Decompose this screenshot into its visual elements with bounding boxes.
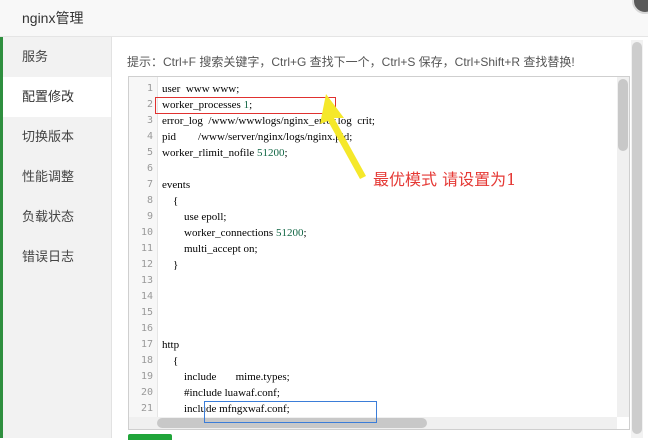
- annotation-arrow-icon: [320, 94, 366, 179]
- code-line: {: [162, 195, 179, 207]
- line-number: 1: [146, 83, 153, 94]
- sidebar: 服务 配置修改 切换版本 性能调整 负载状态 错误日志: [0, 37, 112, 438]
- line-number: 15: [140, 307, 153, 318]
- line-number: 20: [140, 387, 153, 398]
- background-strip: [0, 37, 3, 438]
- code-line: user www www;: [162, 83, 240, 95]
- line-number: 2: [146, 99, 153, 110]
- sidebar-item-performance[interactable]: 性能调整: [0, 157, 111, 197]
- line-number: 7: [146, 179, 153, 190]
- line-number: 14: [140, 291, 153, 302]
- code-line: include mime.types;: [162, 371, 290, 383]
- code-line: #include luawaf.conf;: [162, 387, 280, 399]
- line-number: 11: [140, 243, 153, 254]
- line-number: 19: [140, 371, 153, 382]
- sidebar-item-config-edit[interactable]: 配置修改: [0, 77, 111, 117]
- line-number-gutter: 1 2 3 4 5 6 7 8 9 10 11 12 13 14 15 16 1…: [129, 77, 158, 417]
- code-line: events: [162, 179, 191, 191]
- code-line: multi_accept on;: [162, 243, 258, 255]
- sidebar-item-error-log[interactable]: 错误日志: [0, 237, 111, 277]
- line-number: 8: [146, 195, 153, 206]
- sidebar-item-service[interactable]: 服务: [0, 37, 111, 77]
- dialog-vertical-scroll-thumb[interactable]: [632, 42, 642, 434]
- dialog-title: nginx管理: [22, 10, 84, 26]
- line-number: 10: [140, 227, 153, 238]
- code-line: }: [162, 259, 179, 271]
- line-number: 16: [140, 323, 153, 334]
- line-number: 18: [140, 355, 153, 366]
- editor-vertical-scroll-thumb[interactable]: [618, 79, 628, 151]
- line-number: 5: [146, 147, 153, 158]
- dialog-titlebar: nginx管理: [0, 0, 648, 37]
- editor-vertical-scrollbar[interactable]: [617, 77, 629, 417]
- sidebar-item-switch-version[interactable]: 切换版本: [0, 117, 111, 157]
- code-line: worker_rlimit_nofile 51200;: [162, 147, 288, 159]
- save-button[interactable]: [128, 434, 172, 440]
- sidebar-item-load-status[interactable]: 负载状态: [0, 197, 111, 237]
- line-number: 4: [146, 131, 153, 142]
- line-number: 3: [146, 115, 153, 126]
- annotation-text: 最优模式 请设置为1: [373, 170, 517, 189]
- code-line: use epoll;: [162, 211, 227, 223]
- line-number: 17: [140, 339, 153, 350]
- line-number: 12: [140, 259, 153, 270]
- line-number: 13: [140, 275, 153, 286]
- line-number: 6: [146, 163, 153, 174]
- line-number: 21: [140, 403, 153, 414]
- highlight-box-include-waf: [204, 401, 377, 423]
- code-line: {: [162, 355, 179, 367]
- code-line: http: [162, 339, 180, 351]
- shortcut-hint: 提示：Ctrl+F 搜索关键字，Ctrl+G 查找下一个，Ctrl+S 保存，C…: [127, 55, 575, 69]
- line-number: 9: [146, 211, 153, 222]
- code-line: worker_connections 51200;: [162, 227, 307, 239]
